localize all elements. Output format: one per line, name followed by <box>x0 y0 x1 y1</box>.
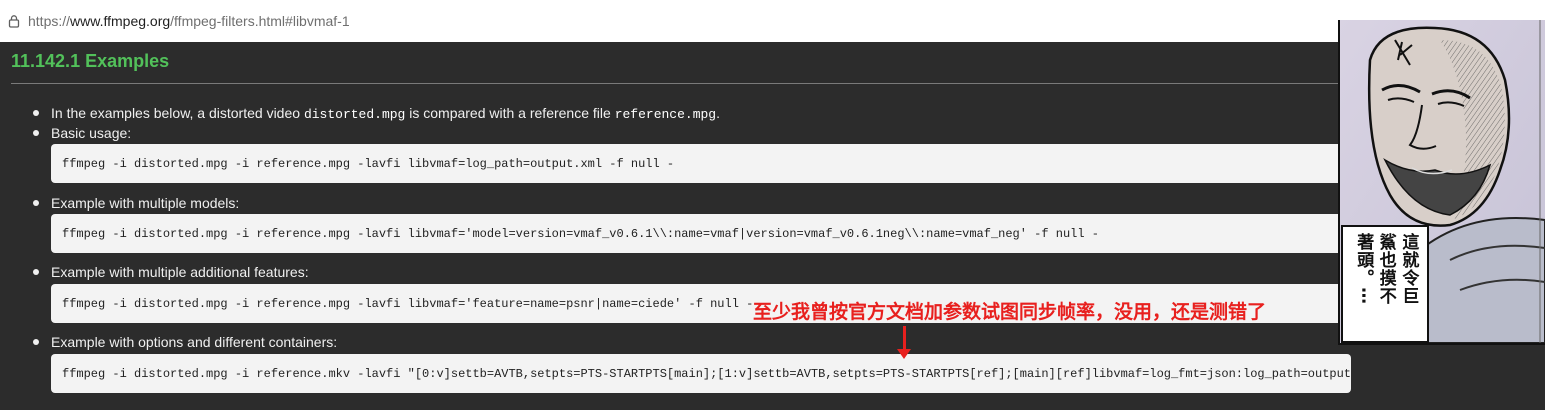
section-heading[interactable]: 11.142.1 Examples <box>11 51 169 72</box>
url-domain: www.ffmpeg.org <box>70 13 171 29</box>
bullet-dot <box>33 339 39 345</box>
doc-content: 11.142.1 Examples In the examples below,… <box>0 42 1545 410</box>
bullet-dot <box>33 269 39 275</box>
manga-caption-column: 著頭。⋯ <box>1353 233 1374 305</box>
bullet-dot <box>33 130 39 136</box>
bullet-dot <box>33 110 39 116</box>
list-item-label: Example with multiple additional feature… <box>51 264 309 280</box>
code-block-multiple-models[interactable]: ffmpeg -i distorted.mpg -i reference.mpg… <box>51 214 1351 253</box>
site-info-icon[interactable] <box>0 5 28 37</box>
bullet-dot <box>33 200 39 206</box>
manga-speech-caption: 這就令巨 鯊也摸不 著頭。⋯ <box>1341 225 1429 343</box>
manga-caption-column: 這就令巨 <box>1398 233 1419 305</box>
intro-text-post: . <box>716 105 720 121</box>
url-prefix: https:// <box>28 13 71 29</box>
url-path: /ffmpeg-filters.html#libvmaf-1 <box>170 13 350 29</box>
intro-text-mid: is compared with a reference file <box>405 105 615 121</box>
list-item-label: Basic usage: <box>51 125 132 141</box>
annotation-text: 至少我曾按官方文档加参数试图同步帧率，没用，还是测错了 <box>753 301 1267 323</box>
heading-divider <box>11 83 1341 84</box>
browser-toolbar: https://www.ffmpeg.org/ffmpeg-filters.ht… <box>0 0 1545 42</box>
inline-code-reference: reference.mpg <box>614 107 717 122</box>
intro-text-pre: In the examples below, a distorted video <box>51 105 304 121</box>
code-block-basic-usage[interactable]: ffmpeg -i distorted.mpg -i reference.mpg… <box>51 144 1351 183</box>
address-bar[interactable]: https://www.ffmpeg.org/ffmpeg-filters.ht… <box>0 5 1545 37</box>
manga-caption-column: 鯊也摸不 <box>1375 233 1396 305</box>
list-item-intro: In the examples below, a distorted video… <box>51 105 720 122</box>
code-block-options-containers[interactable]: ffmpeg -i distorted.mpg -i reference.mkv… <box>51 354 1351 393</box>
list-item-label: Example with options and different conta… <box>51 334 338 350</box>
inline-code-distorted: distorted.mpg <box>303 107 406 122</box>
annotation-arrow-icon <box>897 349 911 359</box>
url-text[interactable]: https://www.ffmpeg.org/ffmpeg-filters.ht… <box>28 13 350 29</box>
manga-meme-image: 這就令巨 鯊也摸不 著頭。⋯ <box>1338 20 1545 345</box>
list-item-label: Example with multiple models: <box>51 195 240 211</box>
